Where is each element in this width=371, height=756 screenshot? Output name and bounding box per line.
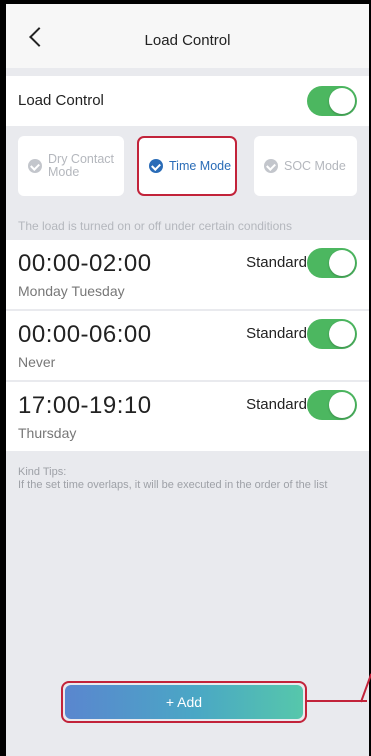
schedule-time: 17:00-19:10 (18, 392, 152, 419)
mode-time[interactable]: Time Mode (137, 136, 237, 196)
schedule-toggle[interactable] (307, 248, 357, 278)
schedule-type: Standard (246, 325, 307, 342)
mode-description: The load is turned on or off under certa… (18, 219, 292, 233)
schedule-toggle[interactable] (307, 390, 357, 420)
schedule-item[interactable]: 00:00-02:00 Monday Tuesday Standard (6, 240, 369, 309)
toggle-knob (329, 321, 355, 347)
schedule-days: Thursday (18, 425, 77, 441)
tips-title: Kind Tips: (18, 466, 67, 478)
schedule-time: 00:00-06:00 (18, 321, 152, 348)
schedule-toggle[interactable] (307, 319, 357, 349)
mode-label: Dry Contact Mode (48, 152, 114, 179)
load-control-row: Load Control (6, 76, 369, 126)
mode-label: SOC Mode (284, 158, 346, 173)
kind-tips: Kind Tips: If the set time overlaps, it … (18, 466, 358, 492)
mode-dry-contact[interactable]: Dry Contact Mode (18, 136, 124, 196)
load-control-toggle[interactable] (307, 86, 357, 116)
toggle-knob (329, 88, 355, 114)
schedule-item[interactable]: 00:00-06:00 Never Standard (6, 311, 369, 380)
schedule-days: Monday Tuesday (18, 283, 125, 299)
page-title: Load Control (144, 32, 231, 49)
schedule-time: 00:00-02:00 (18, 250, 152, 277)
app-screen: Load Control Load Control Dry Contact Mo… (6, 4, 369, 756)
add-button-highlight: + Add (61, 681, 307, 723)
toggle-knob (329, 392, 355, 418)
check-circle-icon (149, 159, 163, 173)
nav-bar: Load Control (6, 4, 369, 68)
load-control-label: Load Control (18, 92, 104, 109)
mode-label: Time Mode (169, 158, 232, 173)
add-button[interactable]: + Add (65, 685, 303, 719)
schedule-type: Standard (246, 396, 307, 413)
toggle-knob (329, 250, 355, 276)
schedule-item[interactable]: 17:00-19:10 Thursday Standard (6, 382, 369, 451)
schedule-days: Never (18, 354, 56, 370)
schedule-type: Standard (246, 254, 307, 271)
mode-soc[interactable]: SOC Mode (254, 136, 357, 196)
annotation-pointer (307, 700, 367, 702)
mode-selector: Dry Contact Mode Time Mode SOC Mode (6, 134, 369, 198)
check-circle-icon (264, 159, 278, 173)
check-circle-icon (28, 159, 42, 173)
tips-text: If the set time overlaps, it will be exe… (18, 479, 328, 491)
